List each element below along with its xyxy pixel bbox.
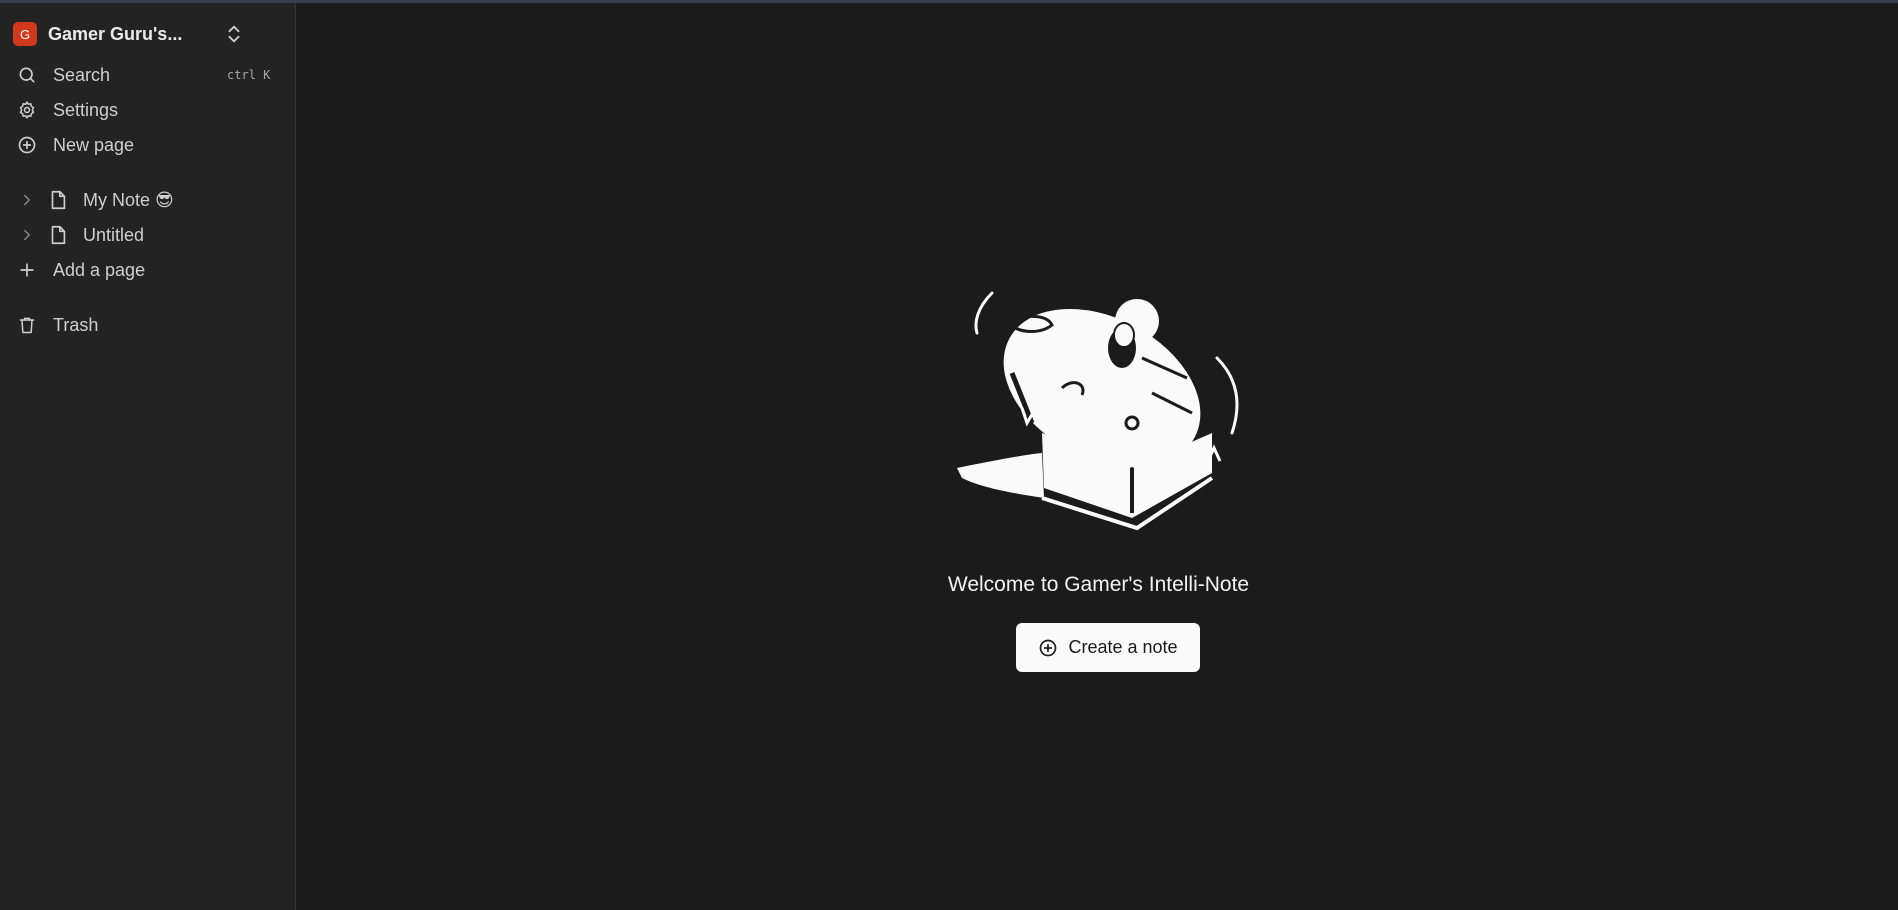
search-label: Search: [53, 65, 111, 85]
workspace-avatar: G: [13, 22, 37, 46]
trash-icon: [19, 317, 35, 334]
chevrons-up-down-icon[interactable]: [223, 23, 245, 45]
workspace-name: Gamer Guru's...: [48, 23, 183, 44]
search-item[interactable]: Search ctrl K: [0, 59, 296, 91]
new-page-label: New page: [53, 135, 135, 155]
trash-item[interactable]: Trash: [0, 309, 296, 341]
welcome-heading: Welcome to Gamer's Intelli-Note: [947, 573, 1250, 596]
new-page-item[interactable]: New page: [0, 129, 296, 161]
sidebar-item-untitled[interactable]: Untitled: [0, 219, 296, 251]
sidebar: G Gamer Guru's... Search ctrl K Settings…: [0, 3, 296, 910]
settings-label: Settings: [53, 100, 119, 120]
file-icon: [51, 225, 66, 245]
chevron-right-icon[interactable]: [18, 226, 36, 244]
plus-circle-icon: [18, 136, 36, 154]
sidebar-item-my-note[interactable]: My Note 😎: [0, 184, 296, 216]
document-label: My Note 😎: [83, 190, 174, 210]
add-page-item[interactable]: Add a page: [0, 254, 296, 286]
document-label: Untitled: [83, 225, 145, 245]
workspace-switcher[interactable]: G Gamer Guru's...: [13, 19, 283, 49]
search-shortcut: ctrl K: [227, 68, 271, 82]
main-area: Welcome to Gamer's Intelli-Note Create a…: [297, 3, 1898, 910]
plus-icon: [20, 263, 34, 277]
create-note-button[interactable]: Create a note: [1016, 623, 1200, 672]
file-icon: [51, 190, 66, 210]
search-icon: [19, 67, 35, 83]
settings-item[interactable]: Settings: [0, 94, 296, 126]
document-emoji: 😎: [155, 190, 174, 210]
gear-icon: [19, 101, 35, 119]
welcome-illustration: [957, 291, 1239, 531]
create-note-label: Create a note: [1068, 637, 1178, 657]
add-page-label: Add a page: [53, 260, 146, 280]
trash-label: Trash: [53, 315, 99, 335]
plus-circle-icon: [1040, 639, 1057, 656]
chevron-right-icon[interactable]: [18, 191, 36, 209]
